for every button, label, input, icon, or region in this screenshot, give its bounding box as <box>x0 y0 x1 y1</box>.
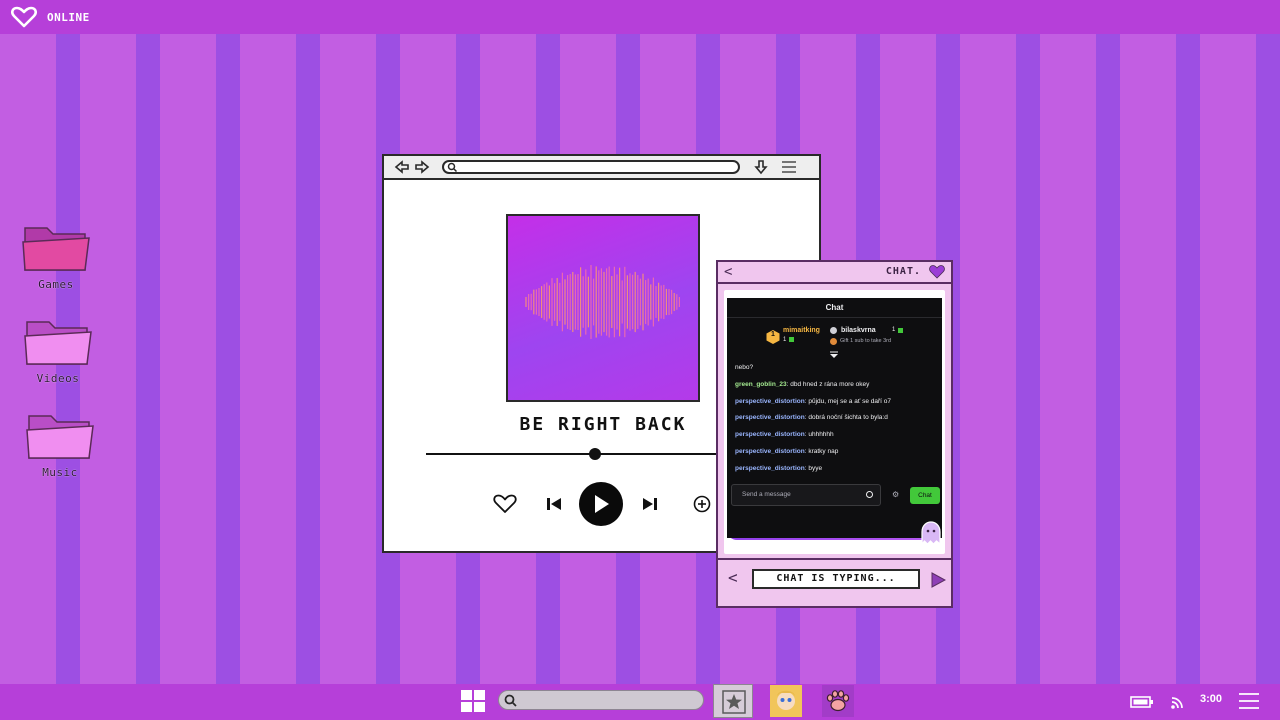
second-count: 1 <box>892 327 896 333</box>
avatar-app-icon <box>770 685 802 717</box>
forward-arrow-icon[interactable] <box>414 159 430 175</box>
divider <box>718 558 951 560</box>
chat-window: < CHAT. Chat 1 mimaitking 1 bilaskvrna 1 <box>716 260 953 608</box>
chat-message: green_goblin_23: dbd hned z rána more ok… <box>735 380 870 388</box>
battery-icon[interactable] <box>1130 695 1154 709</box>
emote-icon[interactable] <box>866 491 873 498</box>
desktop-icon-label: Games <box>38 278 74 291</box>
gift-note: Gift 1 sub to take 3rd <box>840 338 892 344</box>
previous-button[interactable] <box>544 494 564 514</box>
folder-pink-icon <box>22 227 90 271</box>
chat-embed-frame: Chat 1 mimaitking 1 bilaskvrna 1 Gift 1 … <box>724 290 945 554</box>
download-icon[interactable] <box>753 159 769 175</box>
chat-back-button[interactable]: < <box>724 264 732 280</box>
chat-send-button[interactable]: Chat <box>910 487 940 504</box>
coin-icon <box>830 338 837 345</box>
search-icon <box>447 162 457 172</box>
add-button[interactable] <box>692 494 712 514</box>
sub-gift-icon <box>789 337 794 342</box>
message-text: byye <box>808 464 823 472</box>
ghost-mascot-icon <box>921 521 941 546</box>
message-user[interactable]: perspective_distortion <box>735 414 805 421</box>
rank-number: 1 <box>771 331 775 338</box>
desktop-icon-games[interactable]: Games <box>16 222 96 291</box>
back-arrow-icon[interactable] <box>394 159 410 175</box>
chat-message: nebo? <box>735 364 935 381</box>
track-title: BE RIGHT BACK <box>519 414 687 435</box>
message-text: uhhhhhh <box>808 431 834 439</box>
address-bar[interactable] <box>442 160 740 174</box>
leader-count: 1 <box>783 337 787 343</box>
next-arrow-icon[interactable] <box>930 572 946 588</box>
progress-knob[interactable] <box>589 448 602 460</box>
twitch-chat: Chat 1 mimaitking 1 bilaskvrna 1 Gift 1 … <box>727 298 942 538</box>
chat-window-title: CHAT. <box>885 266 921 277</box>
online-status: ONLINE <box>47 10 90 24</box>
message-user[interactable]: perspective_distortion <box>735 431 805 438</box>
chat-leaderboard: 1 mimaitking 1 bilaskvrna 1 Gift 1 sub t… <box>727 320 942 358</box>
chat-message: perspective_distortion: kratky nap <box>735 447 839 455</box>
play-button[interactable] <box>579 482 623 526</box>
taskbar-search[interactable] <box>498 690 704 710</box>
next-button[interactable] <box>640 494 660 514</box>
add-icon <box>693 495 711 513</box>
sub-gift-icon <box>898 328 903 333</box>
folder-light-pink-icon <box>26 415 94 459</box>
leader-name[interactable]: mimaitking <box>783 327 820 334</box>
chat-input-placeholder: Send a message <box>742 491 791 498</box>
hamburger-menu-icon[interactable] <box>1238 691 1260 711</box>
folder-light-pink-icon <box>24 321 92 365</box>
user-badge-icon <box>830 327 837 334</box>
chat-message: perspective_distortion: půjdu, mej se a … <box>735 397 891 405</box>
desktop-icon-videos[interactable]: Videos <box>18 316 98 385</box>
message-text: dobrá noční šichta to byla:d <box>808 414 888 422</box>
desktop-icon-music[interactable]: Music <box>20 410 100 479</box>
heart-outline-icon <box>11 6 37 28</box>
taskbar-app-avatar[interactable] <box>766 684 806 718</box>
window-titlebar <box>384 156 819 180</box>
desktop-icon-label: Music <box>42 466 78 479</box>
like-button[interactable] <box>492 493 518 515</box>
chat-message: perspective_distortion: byye <box>735 464 823 472</box>
sound-wave-art <box>525 265 680 339</box>
message-text: nebo? <box>735 364 754 371</box>
taskbar-app-paw[interactable] <box>818 684 858 718</box>
skip-forward-icon <box>643 498 657 510</box>
menu-icon[interactable] <box>780 159 798 175</box>
chat-message: perspective_distortion: dobrá noční šich… <box>735 414 888 422</box>
previous-arrow[interactable]: < <box>728 568 738 587</box>
wifi-icon[interactable] <box>1170 694 1186 710</box>
settings-gear-icon[interactable]: ⚙ <box>892 490 899 499</box>
album-cover <box>506 214 700 402</box>
taskbar-clock: 3:00 <box>1200 693 1223 705</box>
message-user[interactable]: perspective_distortion <box>735 448 805 455</box>
search-icon <box>504 694 517 707</box>
chat-message: perspective_distortion: uhhhhhh <box>735 431 834 439</box>
windows-grid-icon[interactable] <box>460 689 486 713</box>
star-app-icon <box>722 690 746 714</box>
progress-bar[interactable] <box>426 453 718 455</box>
message-text: kratky nap <box>808 447 839 455</box>
message-text: půjdu, mej se a ať se daří o7 <box>808 397 891 405</box>
second-name[interactable]: bilaskvrna <box>841 327 876 334</box>
twitch-chat-header: Chat <box>727 298 942 318</box>
chat-message-input[interactable]: Send a message <box>731 484 881 506</box>
message-user[interactable]: perspective_distortion <box>735 465 805 472</box>
heart-icon <box>929 265 945 279</box>
chat-window-header: < CHAT. <box>718 262 951 284</box>
chat-typing-indicator: CHAT IS TYPING... <box>752 569 920 589</box>
heart-icon <box>493 494 517 513</box>
taskbar-app-star[interactable] <box>713 684 753 718</box>
chat-message-list: nebo? green_goblin_23: dbd hned z rána m… <box>735 364 935 482</box>
top-bar: ONLINE <box>0 0 1280 34</box>
play-icon <box>595 495 609 513</box>
paw-app-icon <box>822 685 854 717</box>
skip-back-icon <box>547 498 561 510</box>
taskbar: 3:00 <box>0 684 1280 720</box>
message-text: dbd hned z rána more okey <box>790 380 870 388</box>
message-user[interactable]: green_goblin_23 <box>735 381 787 388</box>
expand-icon[interactable] <box>829 351 839 359</box>
desktop-icon-label: Videos <box>36 372 80 385</box>
message-user[interactable]: perspective_distortion <box>735 398 805 405</box>
